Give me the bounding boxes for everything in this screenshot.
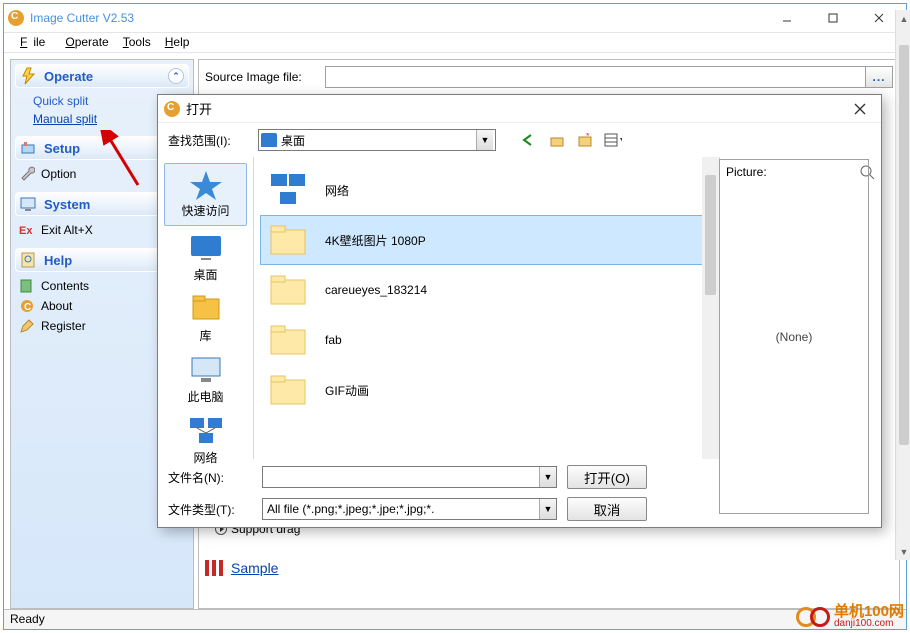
network-icon	[187, 415, 225, 447]
source-label: Source Image file:	[205, 70, 325, 84]
dialog-title: 打开	[186, 99, 845, 118]
place-libraries[interactable]: 库	[158, 289, 253, 350]
app-icon	[164, 101, 180, 117]
help-icon	[20, 251, 38, 269]
place-computer[interactable]: 此电脑	[158, 350, 253, 411]
scrollbar-vertical[interactable]: ▲▼	[895, 10, 910, 560]
libraries-icon	[187, 293, 225, 325]
menu-help[interactable]: Help	[159, 35, 196, 50]
menubar: File Operate Tools Help	[4, 33, 906, 53]
sidebar-header-operate[interactable]: Operate ⌃	[15, 64, 189, 88]
source-input[interactable]	[325, 66, 865, 88]
file-item-careueyes[interactable]: careueyes_183214	[260, 265, 713, 315]
folder-icon	[267, 320, 309, 360]
place-quickaccess[interactable]: 快速访问	[164, 163, 247, 226]
dialog-close-button[interactable]	[845, 98, 875, 120]
file-item-gif[interactable]: GIF动画	[260, 365, 713, 415]
new-folder-icon[interactable]: *	[576, 131, 594, 149]
lookin-combo[interactable]: 桌面 ▼	[258, 129, 496, 151]
maximize-button[interactable]	[810, 4, 856, 33]
place-desktop[interactable]: 桌面	[158, 228, 253, 289]
sample-link[interactable]: Sample	[203, 558, 278, 578]
computer-icon	[187, 354, 225, 386]
open-dialog: 打开 查找范围(I): 桌面 ▼ * 快速访问 桌面	[157, 94, 882, 528]
about-icon: C	[19, 298, 37, 314]
menu-operate[interactable]: Operate	[59, 35, 114, 50]
open-button[interactable]: 打开(O)	[567, 465, 647, 489]
window-title: Image Cutter V2.53	[30, 11, 764, 25]
network-icon	[267, 170, 309, 210]
lookin-label: 查找范围(I):	[168, 132, 252, 149]
menu-file[interactable]: File	[14, 35, 57, 50]
wrench-icon	[19, 166, 37, 182]
filename-label: 文件名(N):	[168, 469, 252, 486]
folder-icon	[267, 370, 309, 410]
system-icon	[20, 195, 38, 213]
sample-icon	[203, 558, 227, 578]
file-item-4k[interactable]: 4K壁纸图片 1080P	[260, 215, 713, 265]
cancel-button[interactable]: 取消	[567, 497, 647, 521]
folder-icon	[267, 220, 309, 260]
filename-combo[interactable]: ▼	[262, 466, 557, 488]
view-menu-icon[interactable]	[604, 131, 622, 149]
watermark: 单机100网 danji100.com	[796, 604, 904, 629]
book-icon	[19, 278, 37, 294]
filetype-label: 文件类型(T):	[168, 501, 252, 518]
star-icon	[187, 168, 225, 200]
menu-tools[interactable]: Tools	[117, 35, 157, 50]
preview-box: (None)	[719, 159, 869, 514]
svg-text:C: C	[24, 302, 31, 313]
folder-icon	[267, 270, 309, 310]
lightning-icon	[20, 67, 38, 85]
file-item-network[interactable]: 网络	[260, 165, 713, 215]
places-bar: 快速访问 桌面 库 此电脑 网络	[158, 157, 254, 459]
setup-icon	[20, 139, 38, 157]
minimize-button[interactable]	[764, 4, 810, 33]
svg-text:Ex: Ex	[19, 225, 33, 237]
back-icon[interactable]	[520, 131, 538, 149]
file-list-scrollbar[interactable]	[702, 157, 719, 459]
filetype-combo[interactable]: All file (*.png;*.jpeg;*.jpe;*.jpg;*.▼	[262, 498, 557, 520]
statusbar: Ready	[4, 609, 906, 629]
titlebar: Image Cutter V2.53	[4, 4, 906, 33]
file-item-fab[interactable]: fab	[260, 315, 713, 365]
svg-text:*: *	[586, 133, 590, 141]
browse-button[interactable]: ...	[865, 66, 893, 88]
file-list: 网络 4K壁纸图片 1080P careueyes_183214 fab GIF…	[254, 157, 719, 459]
app-icon	[8, 10, 24, 26]
chevron-down-icon[interactable]: ▼	[476, 130, 493, 150]
exit-icon: Ex	[19, 222, 37, 238]
place-network[interactable]: 网络	[158, 411, 253, 472]
pencil-icon	[19, 318, 37, 334]
desktop-icon	[187, 232, 225, 264]
watermark-logo-icon	[796, 607, 830, 627]
collapse-icon[interactable]: ⌃	[168, 68, 184, 84]
up-icon[interactable]	[548, 131, 566, 149]
desktop-icon	[261, 133, 277, 147]
